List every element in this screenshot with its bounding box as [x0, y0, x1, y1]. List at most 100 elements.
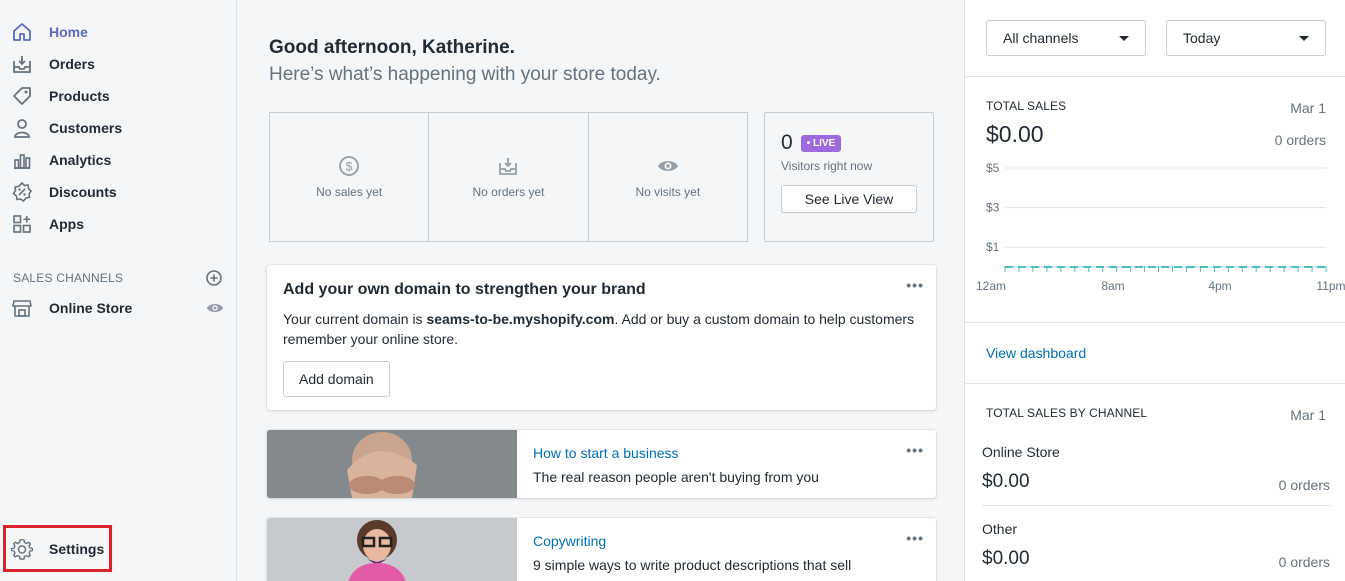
channel-amount: $0.00 [982, 471, 1030, 492]
article-card[interactable]: Copywriting 9 simple ways to write produ… [267, 518, 936, 581]
sidebar-item-label: Orders [49, 56, 95, 72]
inbox-download-icon [499, 158, 518, 175]
sidebar-item-orders[interactable]: Orders [10, 50, 225, 78]
live-visitor-count: 0 [781, 131, 793, 154]
domain-card: Add your own domain to strengthen your b… [267, 265, 936, 410]
sidebar-item-label: Online Store [49, 300, 133, 316]
sidebar-item-apps[interactable]: Apps [10, 210, 225, 238]
article-image [267, 430, 517, 498]
sidebar-item-label: Home [49, 24, 88, 40]
channel-name: Online Store [982, 444, 1060, 460]
add-channel-button[interactable] [205, 269, 223, 287]
apps-icon [10, 212, 34, 236]
sidebar-item-label: Analytics [49, 152, 112, 168]
caret-down-icon [1119, 35, 1129, 41]
tag-icon [10, 84, 34, 108]
channel-orders: 0 orders [1278, 554, 1330, 570]
chart-x-tick-label: 11pm [1316, 279, 1345, 293]
sales-channels-title: SALES CHANNELS [13, 271, 124, 285]
sidebar-item-online-store[interactable]: Online Store [10, 294, 225, 322]
sidebar-item-label: Apps [49, 216, 84, 232]
stat-visits: No visits yet [589, 113, 747, 241]
divider [965, 383, 1345, 384]
sales-by-channel-title: TOTAL SALES BY CHANNEL [986, 406, 1148, 420]
plus-circle-icon [206, 270, 222, 286]
stat-visits-label: No visits yet [635, 185, 701, 199]
domain-body-prefix: Your current domain is [283, 311, 427, 327]
more-actions-icon[interactable]: ••• [906, 442, 924, 458]
sidebar-item-products[interactable]: Products [10, 82, 225, 110]
divider [982, 505, 1331, 506]
domain-card-body: Your current domain is seams-to-be.mysho… [283, 309, 923, 349]
dollar-circle-icon: $ [339, 156, 360, 176]
view-store-button[interactable] [205, 298, 225, 318]
date-select-value: Today [1183, 30, 1221, 46]
more-actions-icon[interactable]: ••• [906, 530, 924, 546]
sidebar-item-home[interactable]: Home [10, 18, 225, 46]
article-title: 9 simple ways to write product descripti… [533, 557, 852, 573]
sidebar: Home Orders Products Customers Analytics… [0, 0, 237, 581]
channel-name: Other [982, 521, 1018, 537]
channel-orders: 0 orders [1278, 477, 1330, 493]
sidebar-item-label: Discounts [49, 184, 117, 200]
chart-y-tick-label: $5 [986, 161, 1000, 175]
sidebar-item-customers[interactable]: Customers [10, 114, 225, 142]
sidebar-item-label: Products [49, 88, 110, 104]
svg-text:$: $ [346, 160, 353, 174]
add-domain-button[interactable]: Add domain [283, 361, 390, 397]
sales-channels-header: SALES CHANNELS [13, 269, 223, 287]
sidebar-item-analytics[interactable]: Analytics [10, 146, 225, 174]
divider [965, 76, 1345, 77]
divider [965, 322, 1345, 323]
total-sales-orders: 0 orders [1274, 132, 1326, 148]
orders-icon [10, 52, 34, 76]
current-domain: seams-to-be.myshopify.com [426, 311, 615, 327]
eye-icon [206, 303, 224, 313]
article-card[interactable]: How to start a business The real reason … [267, 430, 936, 498]
discount-icon [10, 180, 34, 204]
live-visitors-card: 0 • LIVE Visitors right now See Live Vie… [764, 112, 934, 242]
bar-chart-icon [10, 148, 34, 172]
main-content: Good afternoon, Katherine. Here’s what’s… [238, 0, 964, 581]
chart-x-tick-label: 8am [1101, 279, 1124, 293]
see-live-view-button[interactable]: See Live View [781, 185, 917, 213]
stat-orders: No orders yet [429, 113, 589, 241]
channel-select-value: All channels [1003, 30, 1079, 46]
channel-amount: $0.00 [982, 548, 1030, 569]
chart-y-tick-label: $3 [986, 201, 1000, 215]
page-subtitle: Here’s what’s happening with your store … [269, 64, 661, 85]
store-icon [10, 296, 34, 320]
article-title: The real reason people aren't buying fro… [533, 469, 819, 485]
stat-sales-label: No sales yet [316, 185, 383, 199]
total-sales-amount: $0.00 [986, 121, 1044, 147]
settings-highlight-box [3, 525, 112, 572]
domain-card-title: Add your own domain to strengthen your b… [283, 281, 646, 298]
stat-sales: $ No sales yet [270, 113, 430, 241]
total-sales-chart: $5 $3 $1 12am 8am 4pm 11pm [976, 161, 1345, 293]
chart-x-tick-label: 12am [976, 279, 1006, 293]
sales-by-channel-date: Mar 1 [1290, 407, 1326, 423]
total-sales-date: Mar 1 [1290, 100, 1326, 116]
date-select[interactable]: Today [1166, 20, 1326, 56]
more-actions-icon[interactable]: ••• [906, 277, 924, 293]
stats-summary: $ No sales yet No orders yet No visits y… [269, 112, 748, 242]
person-icon [10, 116, 34, 140]
channel-select[interactable]: All channels [986, 20, 1146, 56]
home-icon [10, 20, 34, 44]
analytics-panel: All channels Today TOTAL SALES Mar 1 $0.… [964, 0, 1345, 581]
article-category-link[interactable]: How to start a business [533, 445, 679, 461]
stat-orders-label: No orders yet [472, 185, 545, 199]
view-dashboard-link[interactable]: View dashboard [986, 345, 1086, 361]
live-label: Visitors right now [781, 159, 873, 173]
caret-down-icon [1299, 35, 1309, 41]
eye-icon [657, 161, 678, 171]
chart-y-tick-label: $1 [986, 240, 1000, 254]
sidebar-item-discounts[interactable]: Discounts [10, 178, 225, 206]
sidebar-item-label: Customers [49, 120, 123, 136]
live-badge: • LIVE [800, 134, 842, 152]
article-category-link[interactable]: Copywriting [533, 533, 606, 549]
total-sales-title: TOTAL SALES [986, 99, 1067, 113]
chart-x-tick-label: 4pm [1208, 279, 1231, 293]
page-title: Good afternoon, Katherine. [269, 37, 515, 58]
article-image [267, 518, 517, 581]
